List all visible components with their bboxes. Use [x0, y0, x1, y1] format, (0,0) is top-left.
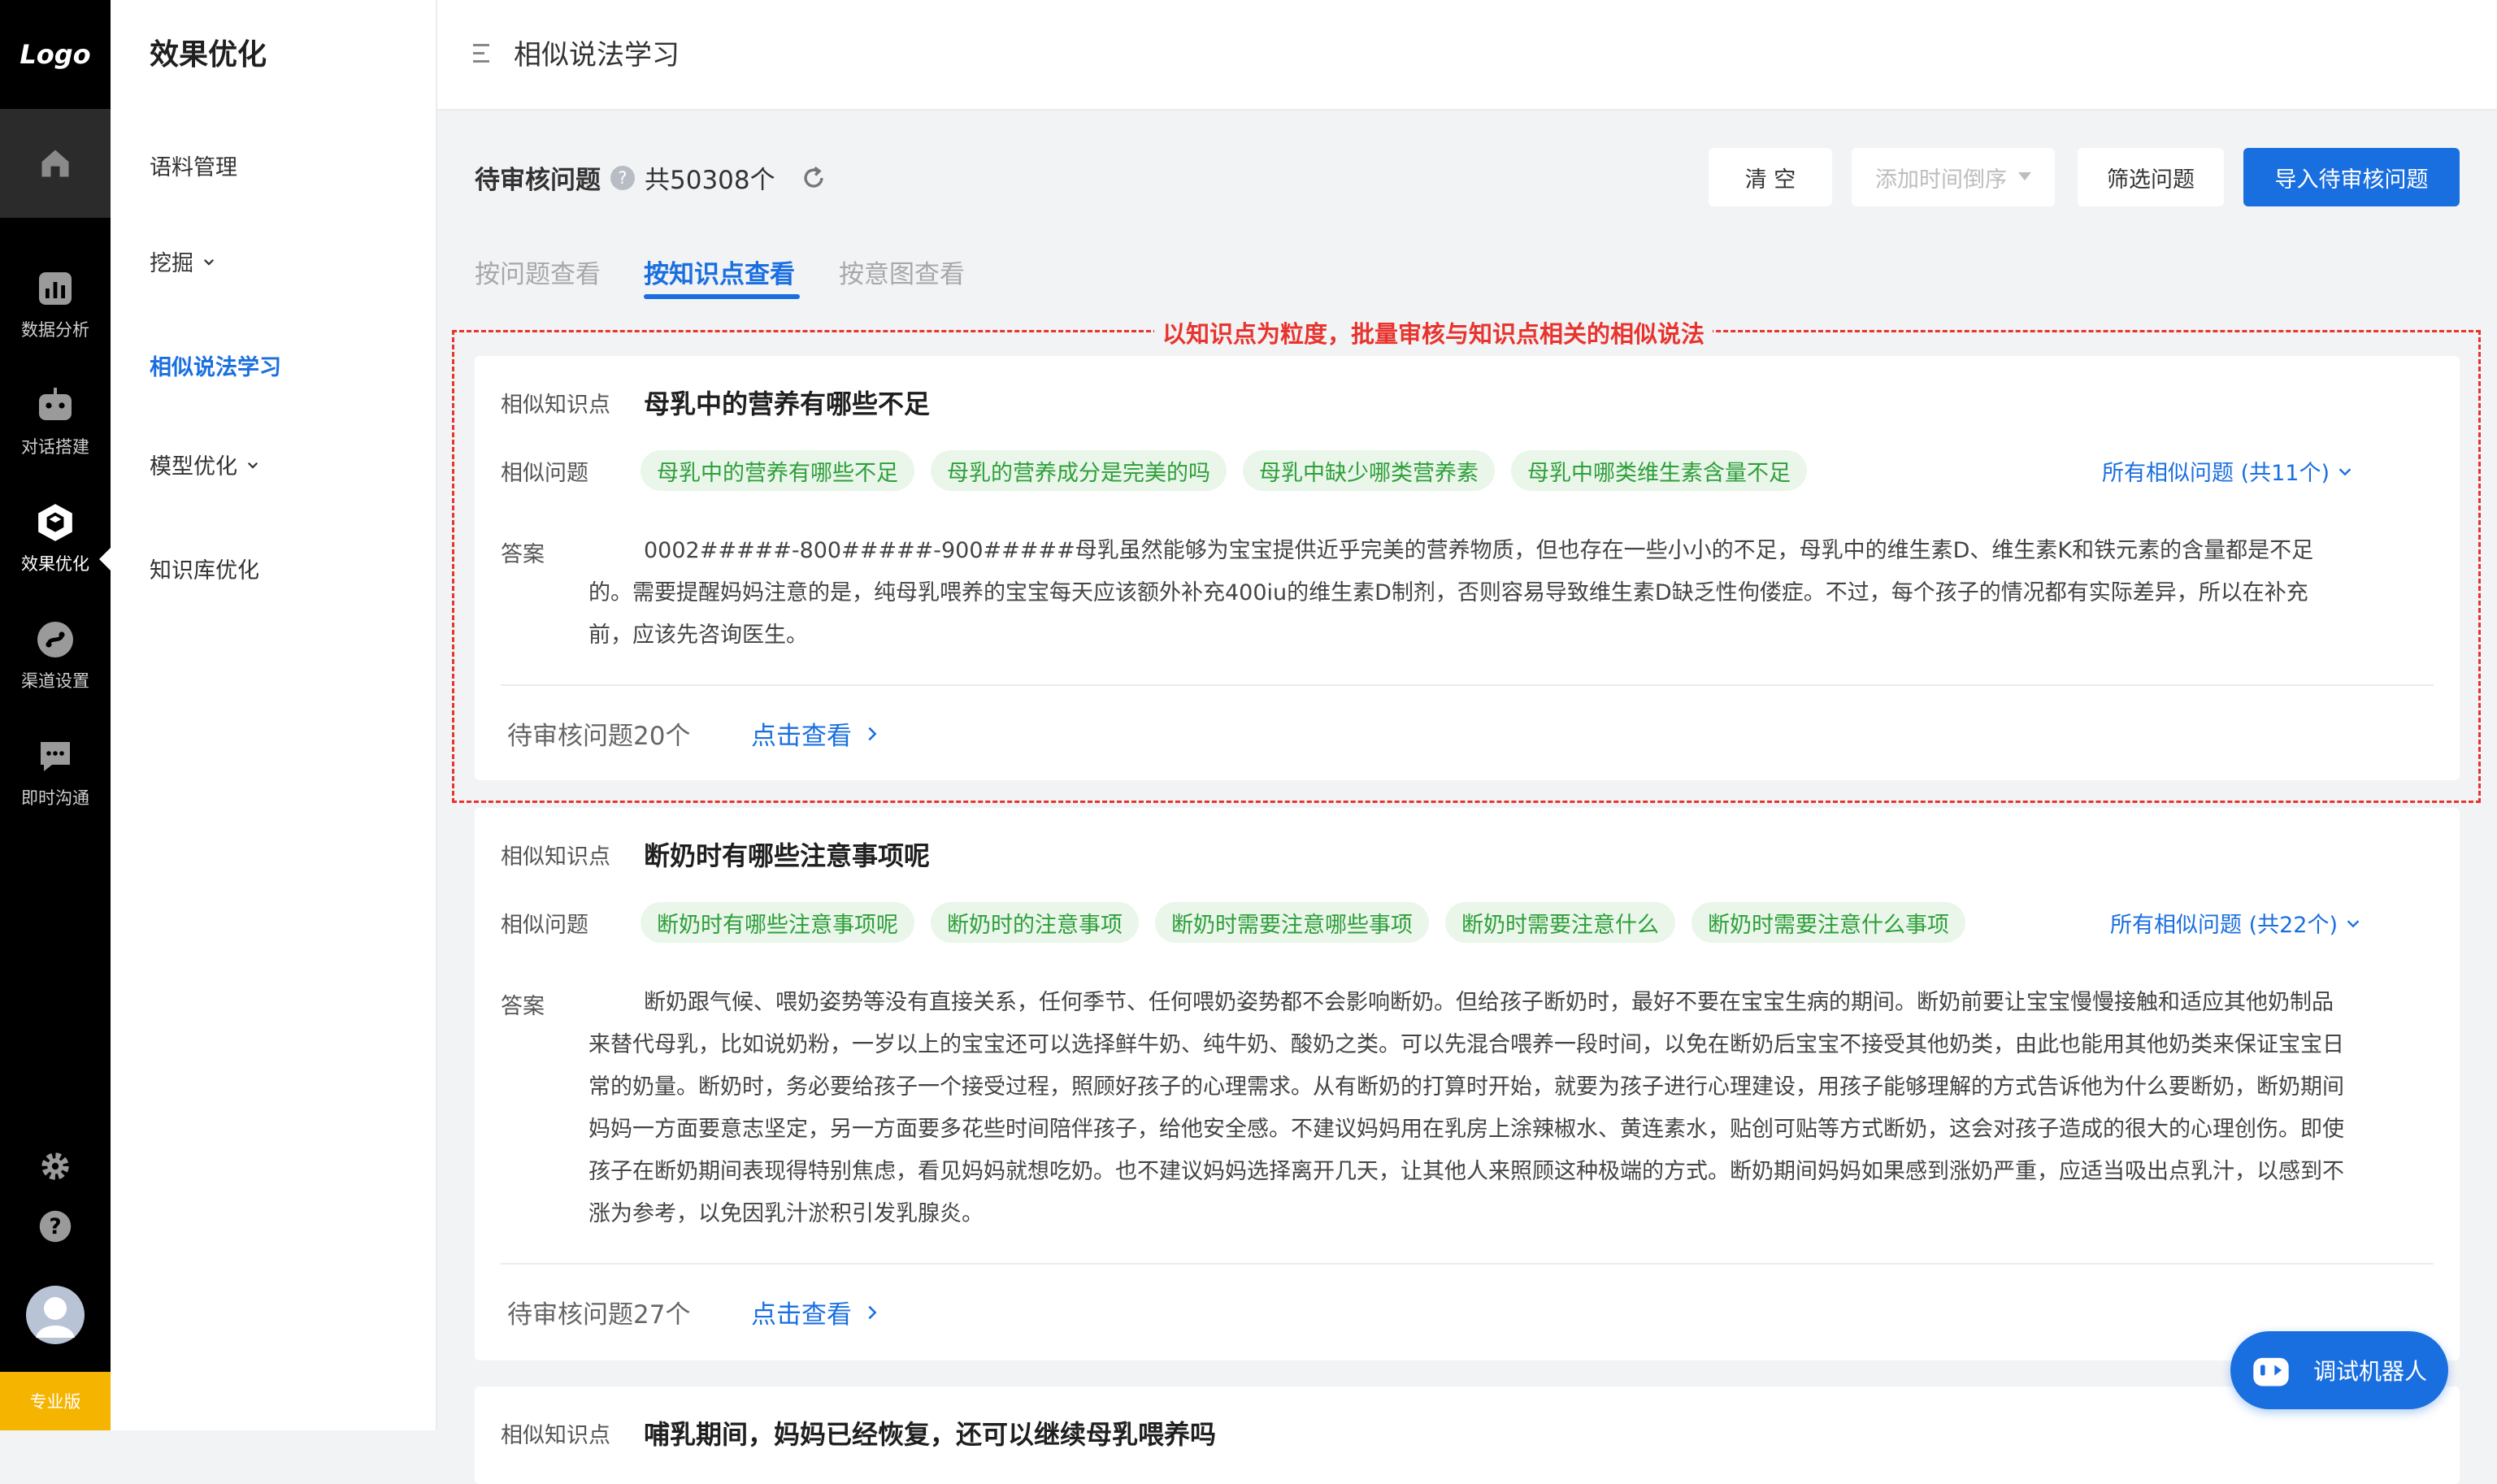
top-header: 相似说法学习 — [437, 0, 2497, 111]
clear-button[interactable]: 清 空 — [1709, 148, 1832, 206]
view-link-label: 点击查看 — [751, 1300, 852, 1330]
sidebar-item-model[interactable]: 模型优化 — [150, 449, 260, 480]
pending-count: 待审核问题27个 — [507, 1300, 691, 1330]
sidebar-item-label: 语料管理 — [150, 155, 237, 180]
similar-tag[interactable]: 断奶时需要注意什么事项 — [1691, 902, 1965, 943]
chevron-down-icon — [247, 462, 258, 469]
knowledge-card: 相似知识点 哺乳期间，妈妈已经恢复，还可以继续母乳喂养吗 — [475, 1386, 2460, 1484]
all-similar-toggle[interactable]: 所有相似问题 (共22个) — [2110, 907, 2362, 939]
rail-item-label: 数据分析 — [21, 320, 89, 340]
all-similar-label: 所有相似问题 (共22个) — [2109, 913, 2338, 938]
answer-label: 答案 — [501, 994, 545, 1019]
tab-by-intent[interactable]: 按意图查看 — [839, 254, 965, 290]
refresh-icon[interactable] — [800, 164, 827, 192]
help-button[interactable]: ? — [0, 1209, 111, 1243]
channel-icon — [35, 619, 76, 660]
pending-title: 待审核问题 — [475, 166, 601, 195]
similar-tag[interactable]: 断奶时有哪些注意事项呢 — [641, 902, 914, 943]
similar-tag[interactable]: 断奶时需要注意哪些事项 — [1155, 902, 1429, 943]
similar-tag[interactable]: 断奶时的注意事项 — [931, 902, 1139, 943]
answer-text: 断奶跟气候、喂奶姿势等没有直接关系，任何季节、任何喂奶姿势都不会影响断奶。但给孩… — [588, 990, 2344, 1226]
sidebar-item-label: 模型优化 — [150, 454, 237, 479]
rail-item-analytics[interactable]: 数据分析 — [0, 252, 111, 358]
sort-select[interactable]: 添加时间倒序 — [1852, 148, 2055, 206]
robot-icon — [2253, 1357, 2289, 1386]
rail-item-channel[interactable]: 渠道设置 — [0, 603, 111, 709]
home-button[interactable] — [0, 109, 111, 218]
sidebar-item-label: 挖掘 — [150, 251, 193, 276]
chevron-right-icon — [868, 1305, 877, 1319]
rail-item-label: 即时沟通 — [21, 788, 89, 808]
settings-button[interactable] — [0, 1149, 111, 1183]
sidebar-item-mining[interactable]: 挖掘 — [150, 245, 216, 277]
sidebar-item-label: 相似说法学习 — [150, 355, 281, 380]
edition-badge: 专业版 — [0, 1372, 111, 1430]
sidebar-item-kb[interactable]: 知识库优化 — [150, 553, 259, 584]
chevron-down-icon — [203, 258, 215, 266]
chevron-down-icon — [2347, 919, 2360, 927]
active-indicator — [99, 548, 111, 571]
annotation-text: 以知识点为粒度，批量审核与知识点相关的相似说法 — [1154, 315, 1713, 349]
gear-icon — [41, 1152, 69, 1180]
rail-item-label: 效果优化 — [21, 554, 89, 574]
sidebar-item-corpus[interactable]: 语料管理 — [150, 150, 237, 181]
filter-button[interactable]: 筛选问题 — [2078, 148, 2224, 206]
rail-item-optimization[interactable]: 效果优化 — [0, 486, 111, 592]
debug-bot-button[interactable]: 调试机器人 — [2230, 1331, 2448, 1409]
view-link[interactable]: 点击查看 — [751, 1294, 881, 1330]
help-icon[interactable]: ? — [610, 165, 635, 190]
rail-item-label: 对话搭建 — [21, 437, 89, 457]
similar-tags: 断奶时有哪些注意事项呢 断奶时的注意事项 断奶时需要注意哪些事项 断奶时需要注意… — [641, 902, 1965, 943]
kp-label: 相似知识点 — [501, 1423, 610, 1448]
app-logo: Logo — [20, 39, 91, 70]
svg-text:?: ? — [49, 1215, 61, 1239]
icon-rail: Logo 数据分析 对话搭建 效果优化 渠道设置 即时沟通 ? 专业版 — [0, 0, 111, 1430]
rail-item-dialog[interactable]: 对话搭建 — [0, 369, 111, 475]
menu-toggle[interactable] — [473, 42, 493, 68]
rail-item-chat[interactable]: 即时沟通 — [0, 720, 111, 826]
import-button[interactable]: 导入待审核问题 — [2243, 148, 2460, 206]
rail-item-label: 渠道设置 — [21, 671, 89, 691]
sidebar-item-label: 知识库优化 — [150, 558, 259, 584]
kp-title: 哺乳期间，妈妈已经恢复，还可以继续母乳喂养吗 — [644, 1419, 1217, 1450]
home-icon — [41, 150, 69, 177]
menu-icon — [473, 44, 489, 63]
robot-icon — [35, 385, 76, 426]
page-title: 相似说法学习 — [514, 39, 680, 72]
similar-tag[interactable]: 断奶时需要注意什么 — [1445, 902, 1675, 943]
sidebar-item-similar-learning[interactable]: 相似说法学习 — [150, 349, 281, 381]
tab-by-question[interactable]: 按问题查看 — [475, 254, 601, 290]
chat-icon — [35, 736, 76, 777]
user-avatar[interactable] — [0, 1286, 111, 1344]
active-tab-underline — [644, 294, 800, 299]
section-sidebar: 效果优化 语料管理 挖掘 相似说法学习 模型优化 知识库优化 — [111, 0, 437, 1430]
kp-label: 相似知识点 — [501, 844, 610, 870]
pending-count: 共50308个 — [645, 166, 775, 195]
avatar-icon — [26, 1286, 85, 1344]
pending-summary: 待审核问题 ? 共50308个 — [475, 159, 827, 196]
sort-select-value: 添加时间倒序 — [1875, 167, 2007, 193]
debug-bot-label: 调试机器人 — [2313, 1358, 2428, 1385]
similar-label: 相似问题 — [501, 913, 588, 938]
annotation-box — [452, 330, 2481, 803]
caret-down-icon — [2018, 172, 2031, 180]
tab-by-knowledge[interactable]: 按知识点查看 — [644, 254, 795, 290]
cube-icon — [35, 502, 76, 543]
kp-title: 断奶时有哪些注意事项呢 — [644, 840, 931, 871]
help-icon: ? — [39, 1210, 72, 1243]
knowledge-card: 相似知识点 断奶时有哪些注意事项呢 相似问题 断奶时有哪些注意事项呢 断奶时的注… — [475, 808, 2460, 1360]
bar-chart-icon — [35, 268, 76, 309]
sidebar-title: 效果优化 — [150, 38, 267, 72]
divider — [501, 1263, 2434, 1265]
